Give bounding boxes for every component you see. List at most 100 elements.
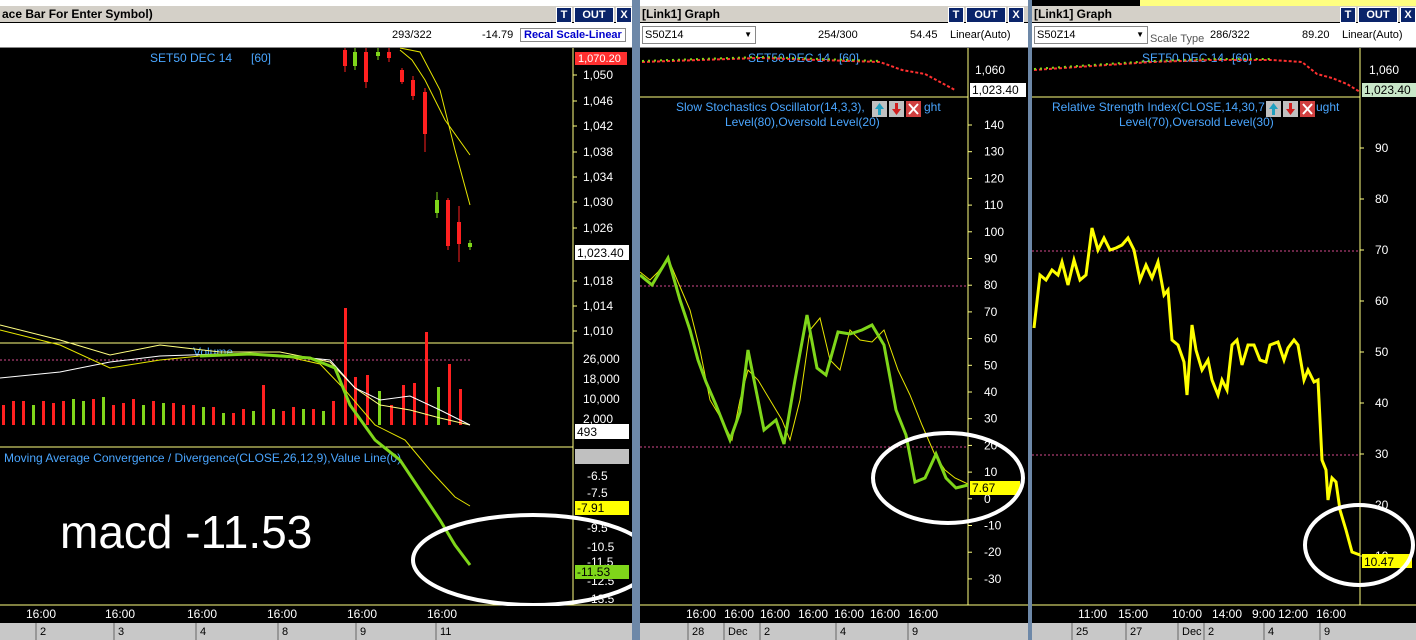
date-label: 25 (1076, 626, 1088, 638)
volume-bar (312, 409, 315, 425)
volume-bar (62, 401, 65, 425)
time-label: 16:00 (686, 607, 716, 621)
time-label: 16:00 (760, 607, 790, 621)
time-label: 16:00 (834, 607, 864, 621)
time-label: 16:00 (798, 607, 828, 621)
volume-bar (152, 401, 155, 425)
volume-bar (112, 405, 115, 425)
volume-bar (272, 409, 275, 425)
date-label: 4 (1268, 626, 1274, 638)
macd-zero-badge (575, 449, 629, 464)
stochastic-chart-svg: SET50 DEC 14 [60] 1,060 1,023.40 Slow St… (640, 48, 1028, 640)
price-axis: 1,050 1,046 1,042 1,038 1,034 1,030 1,026 1,018… (573, 68, 613, 338)
date-label: 27 (1130, 626, 1142, 638)
candle (364, 52, 368, 82)
volume-bar (202, 407, 205, 425)
time-label: 9:00 (1252, 607, 1276, 621)
volume-bar (252, 411, 255, 425)
volume-bar (2, 405, 5, 425)
date-label: 9 (1324, 626, 1330, 638)
volume-bar (122, 403, 125, 425)
volume-bar (402, 385, 405, 425)
volume-axis: 26,000 18,000 10,000 2,000 (583, 352, 620, 426)
candle (353, 52, 357, 66)
panel-macd-window: ace Bar For Enter Symbol) T OUT X 293/32… (0, 0, 632, 640)
axis-tick-label: 110 (984, 198, 1003, 212)
volume-bar (172, 403, 175, 425)
volume-bar (32, 405, 35, 425)
date-label: Dec (1182, 626, 1202, 638)
date-label: 9 (912, 626, 918, 638)
date-strip (1032, 623, 1416, 640)
date-label: 2 (764, 626, 770, 638)
date-label: 28 (692, 626, 704, 638)
volume-bar (242, 409, 245, 425)
axis-tick-label: 70 (1375, 243, 1389, 257)
price-axis-label: 1,060 (1369, 63, 1399, 77)
volume-bar (292, 407, 295, 425)
axis-tick-label: 26,000 (583, 352, 620, 366)
volume-bar (92, 399, 95, 425)
time-label: 16:00 (105, 607, 135, 621)
volume-bar (378, 391, 381, 425)
macd-chart-svg: SET50 DEC 14 [60] 1,0501,0461,0421,0381,… (0, 47, 632, 640)
candle (468, 243, 472, 247)
axis-tick-label: -6.5 (587, 469, 608, 483)
volume-bar (212, 407, 215, 425)
time-label: 16:00 (1316, 607, 1346, 621)
axis-tick-label: 1,050 (583, 68, 613, 82)
time-label: 12:00 (1278, 607, 1308, 621)
rsi-line (1032, 227, 1361, 557)
time-axis: 16:00 16:00 16:00 16:00 16:00 16:00 2 3 4 8 9 11 (0, 606, 632, 640)
axis-tick-label: -10 (984, 519, 1002, 533)
volume-bar (42, 401, 45, 425)
indicator-title-2: Level(80),Oversold Level(20) (725, 115, 880, 129)
candles (343, 48, 472, 262)
axis-tick-label: 1,038 (583, 145, 613, 159)
window-separator[interactable] (632, 0, 640, 640)
candle (387, 52, 391, 58)
candle (435, 200, 439, 213)
price-ma-line (399, 49, 471, 156)
volume-ma-line (0, 324, 471, 426)
chart-title: SET50 DEC 14 (150, 51, 232, 65)
volume-bar (182, 405, 185, 425)
axis-tick-label: 10,000 (583, 392, 620, 406)
date-label: 4 (840, 626, 846, 638)
last-price-label: 1,023.40 (972, 83, 1019, 97)
volume-bar (132, 399, 135, 425)
price-axis-label: 1,060 (975, 63, 1005, 77)
volume-bar (52, 403, 55, 425)
macd-value-label: -11.53 (577, 565, 610, 579)
time-label: 15:00 (1118, 607, 1148, 621)
volume-last-label: 493 (577, 425, 597, 439)
last-price-label: 1,023.40 (1364, 83, 1411, 97)
macd-signal-label: -7.91 (577, 501, 605, 515)
axis-tick-label: -20 (984, 545, 1002, 559)
time-label: 16:00 (724, 607, 754, 621)
indicator-title-tail: ght (924, 100, 941, 114)
time-label: 14:00 (1212, 607, 1242, 621)
axis-tick-label: 10 (984, 465, 998, 479)
rsi-axis: 908070605040302010 (1360, 141, 1389, 563)
axis-tick-label: 1,026 (583, 221, 613, 235)
last-price-label: 1,023.40 (577, 246, 624, 260)
price-ma-line-2 (399, 47, 471, 206)
volume-bar (344, 308, 347, 425)
candle (411, 80, 415, 96)
rsi-value-label: 10.47 (1364, 555, 1394, 569)
date-label: 8 (282, 626, 288, 638)
date-label: 2 (1208, 626, 1214, 638)
axis-tick-label: 50 (1375, 345, 1389, 359)
axis-tick-label: 130 (984, 145, 1004, 159)
time-label: 16:00 (427, 607, 457, 621)
stochastic-value-label: 7.67 (972, 481, 996, 495)
axis-tick-label: -7.5 (587, 486, 608, 500)
volume-bar (262, 385, 265, 425)
volume-bar (322, 411, 325, 425)
axis-tick-label: -30 (984, 572, 1002, 586)
axis-tick-label: 18,000 (583, 372, 620, 386)
candle (400, 70, 404, 82)
volume-bar (82, 401, 85, 425)
time-label: 11:00 (1078, 607, 1107, 621)
